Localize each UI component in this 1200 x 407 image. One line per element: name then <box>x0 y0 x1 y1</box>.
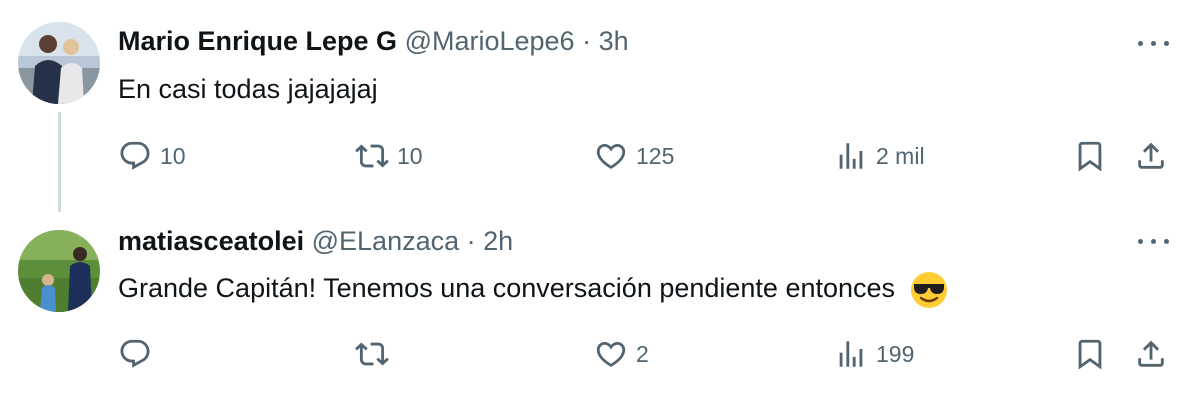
views-count: 2 mil <box>876 142 925 169</box>
repost-button[interactable] <box>355 334 397 374</box>
tweet-text: Grande Capitán! Tenemos una conversación… <box>118 273 896 304</box>
repost-button[interactable]: 10 <box>355 136 423 176</box>
bookmark-button[interactable] <box>1073 136 1107 176</box>
tweet-text: En casi todas jajajajaj <box>118 74 378 104</box>
separator-dot: · <box>582 26 592 56</box>
reply-tweet[interactable]: Mario Enrique Lepe G @MarioLepe6 · 3h En… <box>0 0 1200 212</box>
author-handle[interactable]: @MarioLepe6 <box>405 26 575 56</box>
avatar[interactable] <box>18 22 100 104</box>
views-icon <box>834 337 868 371</box>
avatar[interactable] <box>18 230 100 312</box>
reply-count: 10 <box>160 142 186 169</box>
like-icon <box>594 139 628 173</box>
repost-count: 10 <box>397 142 423 169</box>
like-button[interactable]: 125 <box>594 136 674 176</box>
reply-tweet[interactable]: matiasceatolei @ELanzaca · 2h Grande Cap… <box>0 210 1200 407</box>
tweet-text-row: Grande Capitán! Tenemos una conversación… <box>118 270 949 310</box>
bookmark-icon <box>1073 139 1107 173</box>
share-icon <box>1134 337 1168 371</box>
repost-icon <box>355 139 389 173</box>
timestamp[interactable]: 2h <box>483 226 513 256</box>
like-button[interactable]: 2 <box>594 334 649 374</box>
separator-dot: · <box>466 226 476 256</box>
reply-icon <box>118 337 152 371</box>
like-icon <box>594 337 628 371</box>
action-bar: 10 10 125 2 mil <box>0 136 1200 176</box>
like-count: 2 <box>636 340 649 367</box>
repost-icon <box>355 337 389 371</box>
bookmark-icon <box>1073 337 1107 371</box>
author-handle[interactable]: @ELanzaca <box>312 226 460 256</box>
views-icon <box>834 139 868 173</box>
share-button[interactable] <box>1134 136 1168 176</box>
more-icon[interactable] <box>1138 36 1172 50</box>
share-icon <box>1134 139 1168 173</box>
views-button[interactable]: 199 <box>834 334 914 374</box>
smiling-face-with-sunglasses-icon <box>910 272 947 308</box>
author-name[interactable]: matiasceatolei <box>118 226 304 256</box>
like-count: 125 <box>636 142 675 169</box>
reply-button[interactable]: 10 <box>118 136 186 176</box>
timestamp[interactable]: 3h <box>599 26 629 56</box>
tweet-header: Mario Enrique Lepe G @MarioLepe6 · 3h <box>118 26 629 57</box>
views-button[interactable]: 2 mil <box>834 136 925 176</box>
reply-icon <box>118 139 152 173</box>
tweet-header: matiasceatolei @ELanzaca · 2h <box>118 226 513 257</box>
reply-button[interactable] <box>118 334 160 374</box>
action-bar: 2 199 <box>0 334 1200 374</box>
author-name[interactable]: Mario Enrique Lepe G <box>118 26 397 56</box>
bookmark-button[interactable] <box>1073 334 1107 374</box>
views-count: 199 <box>876 340 915 367</box>
more-icon[interactable] <box>1138 234 1172 248</box>
share-button[interactable] <box>1134 334 1168 374</box>
